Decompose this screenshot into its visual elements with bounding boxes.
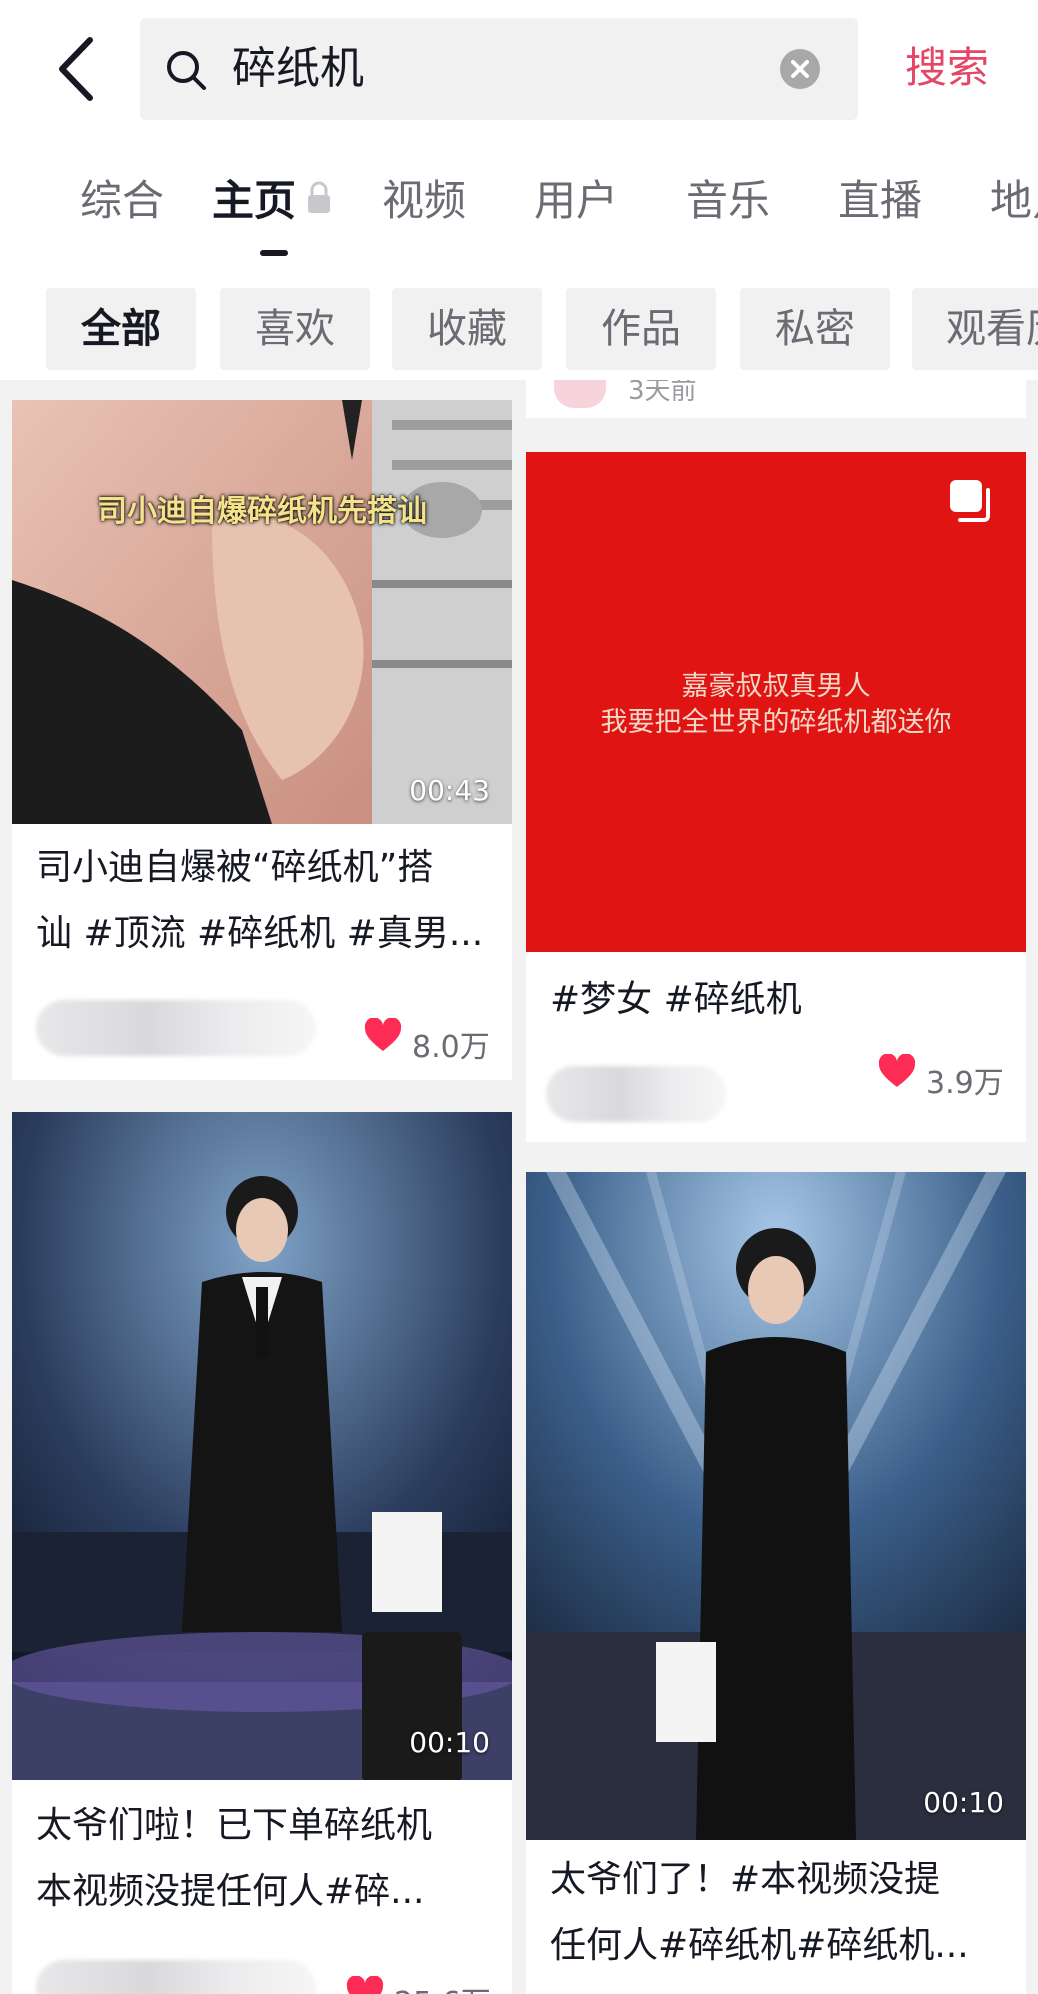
video-card[interactable]: 00:10 太爷们了！#本视频没提 任何人#碎纸机#碎纸机... bbox=[526, 1172, 1026, 1994]
card-title: 司小迪自爆被“碎纸机”搭 bbox=[36, 847, 434, 888]
result-tabs: 综合 主页 视频 用户 音乐 直播 地点 bbox=[0, 140, 1038, 270]
avatar bbox=[554, 380, 606, 408]
tab-location[interactable]: 地点 bbox=[990, 172, 1038, 230]
back-button[interactable] bbox=[52, 34, 102, 104]
tab-general[interactable]: 综合 bbox=[80, 172, 164, 230]
partial-card[interactable]: 3天前 bbox=[526, 380, 1026, 418]
video-duration: 00:43 bbox=[409, 774, 490, 807]
post-time: 3天前 bbox=[628, 380, 697, 406]
filter-private[interactable]: 私密 bbox=[740, 288, 890, 370]
video-card[interactable]: 00:10 太爷们啦！已下单碎纸机 本视频没提任何人#碎... 25.6万 bbox=[12, 1112, 512, 1994]
video-thumbnail: 00:10 bbox=[12, 1112, 512, 1780]
video-thumbnail: 00:10 bbox=[526, 1172, 1026, 1840]
card-title: 本视频没提任何人#碎... bbox=[36, 1871, 425, 1912]
author-info[interactable] bbox=[546, 1066, 726, 1122]
video-duration: 00:10 bbox=[409, 1726, 490, 1759]
tab-users[interactable]: 用户 bbox=[534, 172, 618, 230]
like-count: 3.9万 bbox=[926, 1066, 1004, 1101]
filter-favorites[interactable]: 收藏 bbox=[392, 288, 542, 370]
card-title: 任何人#碎纸机#碎纸机... bbox=[550, 1925, 969, 1966]
search-input[interactable]: 碎纸机 bbox=[232, 40, 364, 98]
video-feed: 3天前 司小迪自爆碎纸机先搭讪 00:43 司小迪自爆被“碎纸机”搭 讪 #顶流… bbox=[0, 380, 1038, 1994]
filter-liked[interactable]: 喜欢 bbox=[220, 288, 370, 370]
video-duration: 00:10 bbox=[923, 1786, 1004, 1819]
search-box[interactable]: 碎纸机 bbox=[140, 18, 858, 120]
active-tab-indicator bbox=[260, 250, 288, 256]
search-button[interactable]: 搜索 bbox=[905, 40, 989, 96]
card-title: 太爷们啦！已下单碎纸机 bbox=[36, 1805, 433, 1846]
post-thumbnail: 嘉豪叔叔真男人 我要把全世界的碎纸机都送你 bbox=[526, 452, 1026, 952]
filter-all[interactable]: 全部 bbox=[46, 288, 196, 370]
back-arrow-icon bbox=[59, 37, 93, 101]
clear-icon[interactable] bbox=[780, 49, 820, 89]
search-header: 碎纸机 搜索 bbox=[0, 0, 1038, 140]
card-title: 太爷们了！#本视频没提 bbox=[550, 1859, 941, 1900]
card-title: #梦女 #碎纸机 bbox=[550, 979, 802, 1020]
search-icon bbox=[167, 51, 206, 90]
heart-icon[interactable] bbox=[364, 1018, 402, 1052]
tab-music[interactable]: 音乐 bbox=[686, 172, 770, 230]
like-count: 8.0万 bbox=[412, 1030, 490, 1065]
image-caption: 嘉豪叔叔真男人 bbox=[681, 671, 871, 702]
thumbnail-image bbox=[526, 1172, 1026, 1840]
lock-icon bbox=[308, 181, 330, 213]
video-card[interactable]: 司小迪自爆碎纸机先搭讪 00:43 司小迪自爆被“碎纸机”搭 讪 #顶流 #碎纸… bbox=[12, 400, 512, 1080]
filter-works[interactable]: 作品 bbox=[566, 288, 716, 370]
heart-icon[interactable] bbox=[878, 1054, 916, 1088]
tab-live[interactable]: 直播 bbox=[838, 172, 922, 230]
author-info[interactable] bbox=[36, 1000, 316, 1056]
video-thumbnail: 司小迪自爆碎纸机先搭讪 00:43 bbox=[12, 400, 512, 824]
author-info[interactable] bbox=[36, 1960, 316, 1994]
card-title: 讪 #顶流 #碎纸机 #真男... bbox=[36, 913, 484, 954]
filter-watch-history[interactable]: 观看历史 bbox=[912, 288, 1038, 370]
image-caption: 我要把全世界的碎纸机都送你 bbox=[600, 707, 952, 738]
thumbnail-image bbox=[12, 400, 512, 824]
thumbnail-image bbox=[12, 1112, 512, 1780]
video-overlay-caption: 司小迪自爆碎纸机先搭讪 bbox=[97, 494, 427, 529]
heart-icon[interactable] bbox=[346, 1976, 384, 1994]
tab-homepage[interactable]: 主页 bbox=[212, 172, 296, 230]
multi-image-icon bbox=[950, 480, 990, 522]
like-count: 25.6万 bbox=[394, 1978, 491, 1994]
filter-chips: 全部 喜欢 收藏 作品 私密 观看历史 bbox=[0, 270, 1038, 380]
image-card[interactable]: 嘉豪叔叔真男人 我要把全世界的碎纸机都送你 #梦女 #碎纸机 3.9万 bbox=[526, 452, 1026, 1142]
tab-videos[interactable]: 视频 bbox=[382, 172, 466, 230]
